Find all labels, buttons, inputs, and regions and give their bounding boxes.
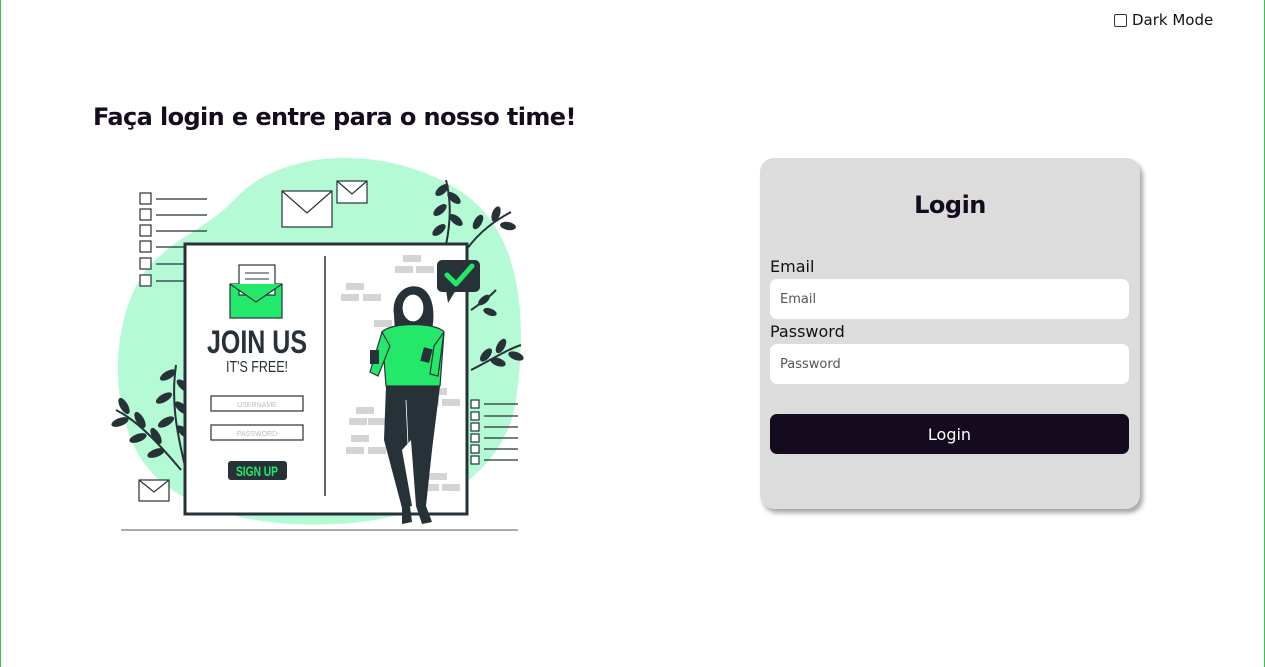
password-input[interactable]: [770, 344, 1129, 384]
join-us-illustration: JOIN US IT'S FREE! USERNAME PASSWORD SIG…: [111, 157, 524, 531]
email-label: Email: [770, 257, 815, 276]
password-label: Password: [770, 322, 845, 341]
login-card: Login Email Password Login: [760, 158, 1140, 509]
illustration-username-label: USERNAME: [237, 402, 277, 409]
login-title: Login: [914, 191, 986, 219]
join-us-title: JOIN US: [207, 324, 307, 360]
dark-mode-label: Dark Mode: [1132, 11, 1214, 29]
dark-mode-toggle[interactable]: Dark Mode: [1114, 11, 1213, 29]
page-headline: Faça login e entre para o nosso time!: [93, 103, 576, 131]
dark-mode-checkbox[interactable]: [1114, 13, 1127, 27]
join-us-subtitle: IT'S FREE!: [226, 359, 288, 376]
illustration-password-label: PASSWORD: [237, 431, 277, 438]
email-input[interactable]: [770, 279, 1129, 319]
illustration-signup-label: SIGN UP: [236, 463, 278, 479]
login-button[interactable]: Login: [770, 414, 1129, 454]
